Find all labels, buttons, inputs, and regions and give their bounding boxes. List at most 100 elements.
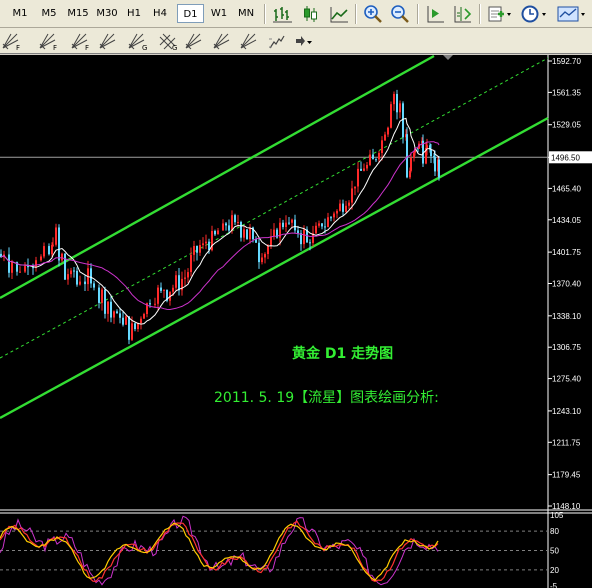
candle-body (339, 203, 341, 211)
fibo-retracement-icon[interactable]: F (0, 31, 22, 52)
candle-body (285, 222, 287, 227)
periodicity-icon[interactable] (520, 4, 550, 24)
candle-body (399, 103, 401, 113)
candle-body (267, 245, 269, 255)
timeframe-m1-button[interactable]: M1 (6, 4, 34, 23)
candle-body (342, 203, 344, 212)
candle-body (116, 311, 118, 314)
price-axis-label: 1561.35 (552, 88, 581, 97)
candle-body (79, 281, 81, 285)
price-axis-label: 1179.45 (552, 471, 581, 480)
timeframe-mn-button[interactable]: MN (233, 4, 259, 23)
candle-body (8, 254, 10, 273)
candle-body (410, 157, 412, 171)
candle-body (315, 225, 317, 234)
fibo-fan-icon[interactable]: F (69, 31, 91, 52)
candle-body (122, 317, 124, 325)
chart-background (0, 55, 592, 588)
candle-body (378, 152, 380, 160)
candle-body (288, 222, 290, 224)
line-chart-icon[interactable] (328, 4, 350, 24)
candle-body (282, 222, 284, 227)
candle-body (110, 301, 112, 318)
candle-body (93, 283, 95, 288)
price-axis-label: 1275.40 (552, 375, 581, 384)
gann-fan-icon[interactable] (211, 31, 233, 51)
timeframe-m5-button[interactable]: M5 (35, 4, 63, 23)
candle-body (101, 289, 103, 303)
timeframe-h1-button[interactable]: H1 (122, 4, 146, 23)
price-axis-label: 1211.75 (552, 438, 581, 447)
zoom-out-icon[interactable] (389, 4, 411, 24)
candle-body (125, 316, 127, 325)
candle-body (149, 303, 151, 305)
candle-body (345, 205, 347, 212)
candle-body (426, 145, 428, 148)
candle-body (240, 222, 242, 238)
candle-body (119, 313, 121, 318)
candle-body (70, 270, 72, 275)
candle-body (205, 241, 207, 244)
candle-body (369, 154, 371, 165)
candle-body (27, 266, 29, 268)
candle-body (24, 266, 26, 272)
price-chart[interactable]: 1592.70 1561.35 1529.05 1496.50 1465.40 1434.… (0, 55, 592, 588)
timeframe-d1-button[interactable]: D1 (177, 4, 204, 23)
chart-title-text: 黄金 D1 走势图 (292, 345, 393, 362)
candle-body (402, 103, 404, 138)
candle-body (348, 202, 350, 206)
cycle-lines-icon[interactable] (266, 31, 288, 51)
andrews-pitchfork-icon[interactable] (238, 31, 260, 51)
timeframe-m30-button[interactable]: M30 (92, 4, 122, 23)
autoscroll-icon[interactable] (424, 4, 446, 24)
templates-icon[interactable] (556, 4, 588, 24)
candle-body (228, 225, 230, 231)
zoom-in-icon[interactable] (362, 4, 384, 24)
candle-body (327, 217, 329, 227)
candle-body (231, 215, 233, 231)
candle-body (237, 222, 239, 224)
toolbar-separator (355, 4, 357, 24)
fibo-channel-icon[interactable]: G (126, 31, 148, 52)
arrows-icon[interactable] (293, 31, 315, 51)
candle-body (52, 244, 54, 246)
price-axis-label: 1434.05 (552, 216, 581, 225)
oscillator-axis-label: 50 (550, 547, 559, 556)
candle-body (64, 253, 66, 280)
candle-body (243, 229, 245, 238)
candle-body (160, 287, 162, 291)
price-axis-label: 1148.10 (552, 502, 581, 511)
timeframe-w1-button[interactable]: W1 (206, 4, 232, 23)
candle-body (258, 242, 260, 263)
tool-letter: F (85, 44, 90, 52)
indicators-icon[interactable] (486, 4, 514, 24)
fibo-arcs-icon[interactable] (97, 31, 119, 51)
candle-body (225, 223, 227, 226)
tool-letter: G (142, 44, 148, 52)
candle-body (76, 270, 78, 285)
candle-body (318, 223, 320, 226)
candle-body (273, 229, 275, 237)
fibo-time-zones-icon[interactable]: F (37, 31, 59, 52)
candle-body (175, 275, 177, 288)
candle-body (396, 93, 398, 113)
candle-body (393, 93, 395, 105)
candle-body (98, 287, 100, 303)
candle-body (90, 268, 92, 284)
toolbar-separator (417, 4, 419, 24)
candle-body (336, 210, 338, 214)
candlestick-icon[interactable] (300, 4, 322, 24)
timeframe-m15-button[interactable]: M15 (63, 4, 93, 23)
bar-chart-icon[interactable] (272, 4, 294, 24)
timeframe-h4-button[interactable]: H4 (148, 4, 172, 23)
chart-shift-icon[interactable] (451, 4, 473, 24)
candle-body (351, 188, 353, 203)
candle-body (19, 271, 21, 273)
candle-body (366, 164, 368, 169)
gann-grid-icon[interactable]: G (156, 31, 178, 52)
gann-line-icon[interactable] (183, 31, 205, 51)
chart-subtitle-text: 2011. 5. 19【流星】图表绘画分析: (214, 390, 439, 406)
candle-body (270, 236, 272, 246)
candle-body (214, 230, 216, 235)
candle-body (178, 275, 180, 291)
